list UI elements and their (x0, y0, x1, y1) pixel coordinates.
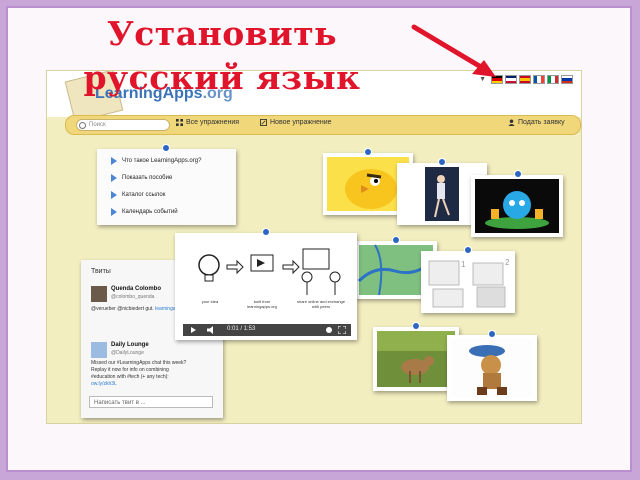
toolbar: Поиск Все упражнения Новое упражнение По… (65, 115, 581, 135)
video-label: your idea (201, 299, 219, 304)
flag-ru-icon[interactable] (561, 75, 573, 84)
search-icon (79, 122, 86, 129)
menu-item-about[interactable]: Что такое LearningApps.org? (111, 157, 201, 165)
pin-icon (163, 145, 169, 151)
arrow-right-icon (111, 157, 117, 165)
flag-it-icon[interactable] (547, 75, 559, 84)
cat-image (451, 339, 533, 397)
flag-en-icon[interactable] (505, 75, 517, 84)
video-label: built from learningapps.org (247, 299, 277, 309)
all-exercises-button[interactable]: Все упражнения (176, 119, 239, 126)
video-time: 0:01 / 1:53 (227, 326, 256, 332)
slide-title: Установить русский язык (83, 14, 361, 97)
flag-fr-icon[interactable] (533, 75, 545, 84)
pin-icon (489, 331, 495, 337)
robot-image (475, 179, 559, 233)
menu-item-events[interactable]: Календарь событий (111, 208, 178, 216)
pointer-arrow (411, 24, 496, 77)
video-frame (175, 233, 357, 323)
avatar[interactable] (91, 286, 107, 302)
flag-es-icon[interactable] (519, 75, 531, 84)
arrow-right-icon (111, 174, 117, 182)
pin-icon (439, 159, 445, 165)
tweet-author[interactable]: Quenda Colombo (111, 286, 161, 292)
submit-request-button[interactable]: Подать заявку (508, 119, 565, 126)
pin-icon (365, 149, 371, 155)
grid-icon (176, 119, 183, 126)
video-controls: 0:01 / 1:53 (183, 324, 351, 336)
play-icon[interactable] (191, 327, 196, 333)
tweet-text: Missed our #LearningApps chat this week?… (91, 360, 187, 387)
edit-icon (260, 119, 267, 126)
intro-video-card[interactable]: your idea built from learningapps.org sh… (175, 229, 357, 340)
pin-icon (413, 323, 419, 329)
new-exercise-button[interactable]: Новое упражнение (260, 119, 332, 126)
settings-icon[interactable] (325, 326, 333, 334)
tweet-input[interactable]: Написать твит в ... (89, 396, 213, 408)
menu-item-links[interactable]: Каталог ссылок (111, 191, 165, 199)
arrow-right-icon (111, 208, 117, 216)
tweet-handle[interactable]: @DailyLounge (111, 350, 144, 356)
arrow-right-icon (111, 191, 117, 199)
search-input[interactable]: Поиск (76, 119, 170, 131)
user-icon (508, 119, 515, 126)
svg-text:1: 1 (461, 260, 466, 269)
tweet-author[interactable]: Daily Lounge (111, 342, 149, 348)
exercise-thumbnail-cat[interactable] (447, 331, 537, 401)
volume-icon[interactable] (207, 326, 217, 334)
pin-icon (515, 171, 521, 177)
video-label: share online and exchange with peers (296, 299, 346, 309)
pin-icon (263, 229, 269, 235)
tweet-handle[interactable]: @colombo_quenda (111, 294, 154, 300)
exercise-thumbnail-robot[interactable] (471, 171, 563, 237)
exercise-thumbnail-cards[interactable]: 1 2 (421, 247, 515, 313)
cards-image: 1 2 (428, 258, 510, 308)
learningapps-screenshot: LearningApps.org ▼ Поиск Все упражнения … (46, 70, 582, 424)
fullscreen-icon[interactable] (338, 326, 346, 334)
info-menu-card: Что такое LearningApps.org? Показать пос… (97, 145, 236, 225)
svg-text:2: 2 (505, 258, 510, 267)
pin-icon (465, 247, 471, 253)
twitter-title: Твиты (91, 268, 111, 275)
menu-item-tutorial[interactable]: Показать пособие (111, 174, 172, 182)
pin-icon (393, 237, 399, 243)
avatar[interactable] (91, 342, 107, 358)
